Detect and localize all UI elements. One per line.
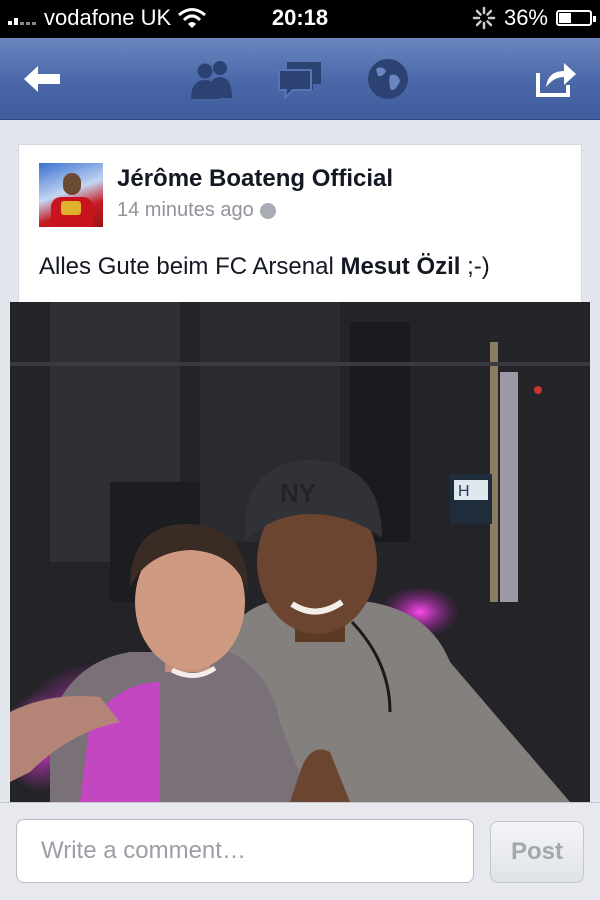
- status-bar: vodafone UK 20:18 36%: [0, 0, 600, 38]
- comment-bar: Post: [0, 802, 600, 900]
- photo-illustration: H NY: [10, 302, 590, 802]
- tagged-person-link[interactable]: Mesut Özil: [340, 253, 460, 280]
- message-suffix: ;-): [460, 253, 490, 280]
- post-button[interactable]: Post: [490, 821, 584, 883]
- photo-screen-text: H: [458, 483, 470, 500]
- share-icon[interactable]: [530, 54, 582, 104]
- activity-spinner-icon: [472, 6, 496, 30]
- globe-icon: [259, 202, 276, 219]
- post-meta: 14 minutes ago: [117, 199, 276, 222]
- post-author[interactable]: Jérôme Boateng Official: [117, 165, 393, 193]
- post-card: Jérôme Boateng Official 14 minutes ago A…: [18, 144, 582, 302]
- message-text: Alles Gute beim FC Arsenal: [39, 253, 341, 280]
- battery-icon: [556, 10, 596, 26]
- battery-percent: 36%: [503, 5, 548, 30]
- photo-cap-text: NY: [280, 478, 316, 508]
- post-timestamp: 14 minutes ago: [117, 199, 254, 221]
- notifications-globe-icon[interactable]: [362, 54, 414, 104]
- back-arrow-icon[interactable]: [16, 54, 68, 104]
- avatar[interactable]: [39, 163, 103, 227]
- post-photo[interactable]: H NY: [10, 302, 590, 802]
- comment-input[interactable]: [16, 819, 474, 883]
- battery-fill: [559, 13, 571, 23]
- post-message: Alles Gute beim FC Arsenal Mesut Özil ;-…: [39, 253, 490, 281]
- friend-requests-icon[interactable]: [186, 54, 238, 104]
- messages-icon[interactable]: [274, 54, 326, 104]
- navigation-bar: [0, 38, 600, 120]
